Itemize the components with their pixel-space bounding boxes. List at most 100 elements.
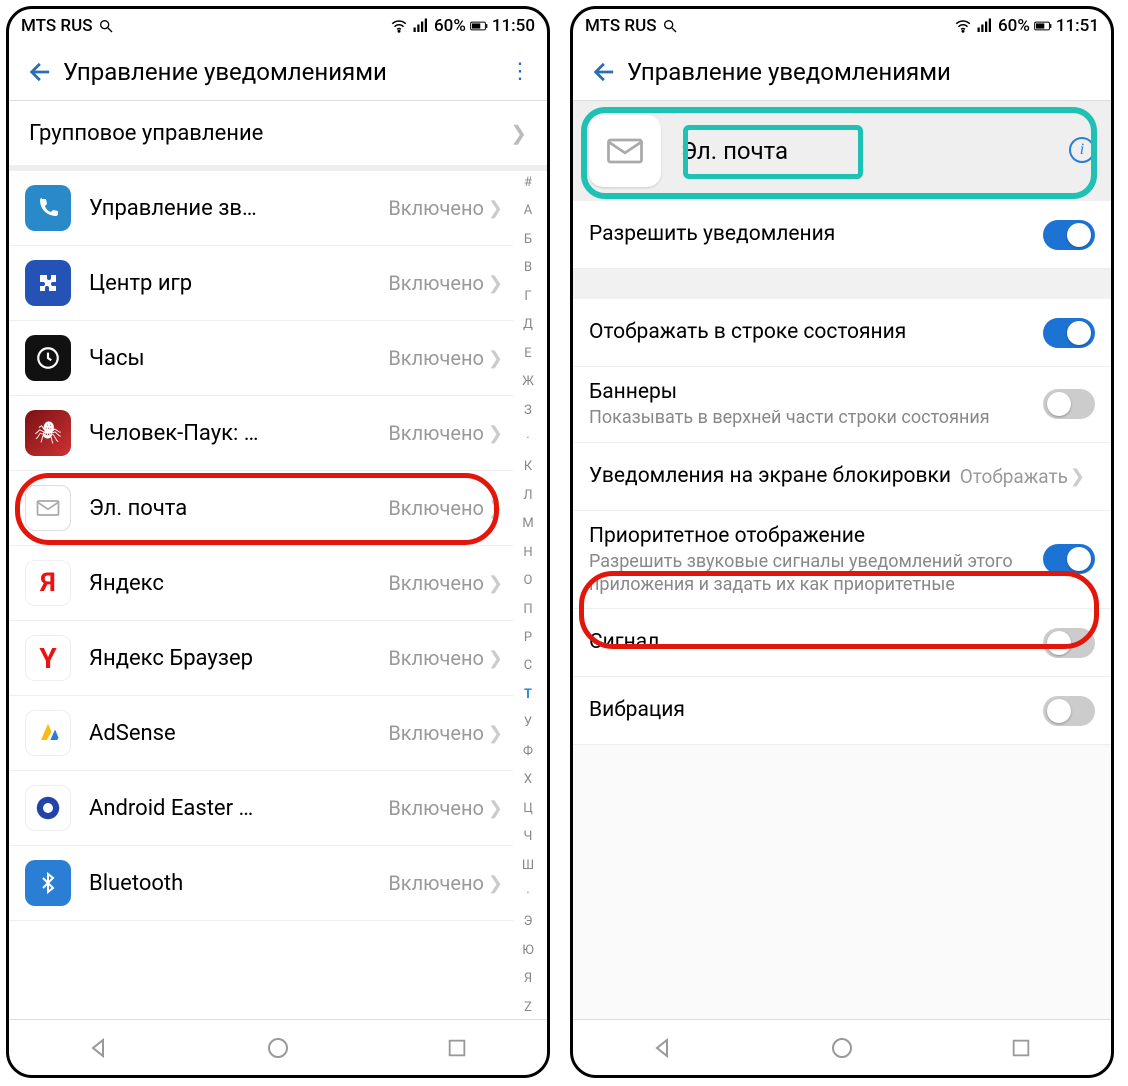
- vibration-row[interactable]: Вибрация: [573, 677, 1111, 745]
- index-letter[interactable]: ·: [526, 886, 529, 901]
- app-name: Android Easter …: [89, 796, 388, 821]
- nav-home-icon[interactable]: [827, 1033, 857, 1063]
- email-app-icon: [589, 115, 661, 187]
- statusbar-toggle[interactable]: [1043, 318, 1095, 348]
- vibration-title: Вибрация: [589, 697, 1043, 723]
- nav-back-icon[interactable]: [648, 1033, 678, 1063]
- index-letter[interactable]: А: [524, 203, 532, 218]
- statusbar-label: Отображать в строке состояния: [589, 319, 1043, 345]
- app-row[interactable]: Y Яндекс Браузер Включено ❯: [9, 621, 513, 696]
- index-letter[interactable]: Ж: [522, 374, 534, 389]
- back-button[interactable]: [19, 50, 63, 94]
- nav-home-icon[interactable]: [263, 1033, 293, 1063]
- app-name: Человек-Паук: …: [89, 421, 388, 446]
- sound-row[interactable]: Сигнал: [573, 609, 1111, 677]
- app-list[interactable]: Управление зв… Включено ❯ Центр игр Вклю…: [9, 171, 513, 1019]
- app-row[interactable]: Управление зв… Включено ❯: [9, 171, 513, 246]
- vibration-toggle[interactable]: [1043, 696, 1095, 726]
- index-letter[interactable]: Э: [524, 914, 533, 929]
- app-row[interactable]: 🕷 Человек-Паук: … Включено ❯: [9, 396, 513, 471]
- alpha-index[interactable]: # АБВГДЕЖЗ · КЛМНОПРСТУФХЦЧШ · ЭЮЯZ: [515, 175, 541, 1015]
- banners-toggle[interactable]: [1043, 389, 1095, 419]
- more-menu-icon[interactable]: ⋮: [503, 59, 537, 84]
- signal-icon: [976, 17, 994, 35]
- nav-recent-icon[interactable]: [442, 1033, 472, 1063]
- index-letter[interactable]: Е: [524, 346, 531, 361]
- index-letter[interactable]: Т: [524, 687, 532, 702]
- index-letter[interactable]: У: [524, 715, 532, 730]
- index-letter[interactable]: ·: [526, 431, 529, 446]
- divider: [573, 269, 1111, 299]
- chevron-right-icon: ❯: [488, 198, 503, 219]
- chevron-right-icon: ❯: [488, 648, 503, 669]
- index-letter[interactable]: Ф: [523, 744, 533, 759]
- index-letter[interactable]: Л: [523, 488, 532, 503]
- lockscreen-row[interactable]: Уведомления на экране блокировки Отображ…: [573, 443, 1111, 511]
- app-list-container: Управление зв… Включено ❯ Центр игр Вклю…: [9, 171, 547, 1019]
- chevron-right-icon: ❯: [510, 121, 527, 145]
- page-title: Управление уведомлениями: [63, 58, 503, 86]
- nav-recent-icon[interactable]: [1006, 1033, 1036, 1063]
- index-letter[interactable]: Д: [523, 317, 533, 332]
- app-row[interactable]: Android Easter … Включено ❯: [9, 771, 513, 846]
- index-letter[interactable]: Ч: [524, 829, 533, 844]
- signal-icon: [412, 17, 430, 35]
- index-letter[interactable]: С: [524, 658, 532, 673]
- app-status: Включено: [388, 421, 484, 445]
- index-letter[interactable]: Р: [524, 630, 532, 645]
- app-name: Управление зв…: [89, 196, 388, 221]
- priority-toggle[interactable]: [1043, 544, 1095, 574]
- index-letter[interactable]: Ю: [522, 943, 534, 958]
- back-button[interactable]: [583, 50, 627, 94]
- index-letter[interactable]: Z: [524, 1000, 532, 1015]
- sound-toggle[interactable]: [1043, 628, 1095, 658]
- index-letter[interactable]: #: [524, 175, 532, 190]
- index-letter[interactable]: О: [524, 573, 533, 588]
- index-letter[interactable]: П: [523, 602, 532, 617]
- phone-app-icon: [25, 185, 71, 231]
- info-icon[interactable]: i: [1069, 137, 1095, 163]
- app-row-email[interactable]: Эл. почта Включено ❯: [9, 471, 513, 546]
- index-letter[interactable]: Г: [524, 289, 531, 304]
- app-status: Включено: [388, 871, 484, 895]
- app-status: Включено: [388, 496, 484, 520]
- app-header: Управление уведомлениями ⋮: [9, 43, 547, 101]
- app-name: Яндекс: [89, 571, 388, 596]
- allow-label: Разрешить уведомления: [589, 221, 1043, 247]
- android-easter-app-icon: [25, 785, 71, 831]
- status-bar: MTS RUS 60% 11:50: [9, 9, 547, 43]
- app-row[interactable]: Я Яндекс Включено ❯: [9, 546, 513, 621]
- index-letter[interactable]: Н: [523, 545, 532, 560]
- allow-notifications-row[interactable]: Разрешить уведомления: [573, 201, 1111, 269]
- priority-row[interactable]: Приоритетное отображение Разрешить звуко…: [573, 511, 1111, 609]
- app-status: Включено: [388, 271, 484, 295]
- app-row[interactable]: AdSense Включено ❯: [9, 696, 513, 771]
- wifi-icon: [390, 17, 408, 35]
- carrier-label: MTS RUS: [585, 16, 657, 36]
- app-row[interactable]: Часы Включено ❯: [9, 321, 513, 396]
- search-icon: [661, 17, 679, 35]
- app-row[interactable]: Центр игр Включено ❯: [9, 246, 513, 321]
- allow-toggle[interactable]: [1043, 220, 1095, 250]
- index-letter[interactable]: Ц: [523, 801, 533, 816]
- app-name: AdSense: [89, 721, 388, 746]
- index-letter[interactable]: К: [524, 459, 532, 474]
- nav-back-icon[interactable]: [84, 1033, 114, 1063]
- index-letter[interactable]: Б: [524, 232, 532, 247]
- index-letter[interactable]: М: [522, 516, 533, 531]
- index-letter[interactable]: Я: [524, 971, 532, 986]
- banners-sub: Показывать в верхней части строки состоя…: [589, 407, 1043, 430]
- chevron-right-icon: ❯: [488, 273, 503, 294]
- index-letter[interactable]: Ш: [522, 858, 534, 873]
- banners-row[interactable]: Баннеры Показывать в верхней части строк…: [573, 367, 1111, 443]
- group-management-row[interactable]: Групповое управление ❯: [9, 101, 547, 171]
- clock-text: 11:51: [1056, 16, 1099, 36]
- chevron-right-icon: ❯: [488, 873, 503, 894]
- index-letter[interactable]: В: [524, 260, 532, 275]
- index-letter[interactable]: Х: [524, 772, 532, 787]
- index-letter[interactable]: З: [524, 403, 532, 418]
- group-management-label: Групповое управление: [29, 121, 263, 146]
- statusbar-row[interactable]: Отображать в строке состояния: [573, 299, 1111, 367]
- app-status: Включено: [388, 571, 484, 595]
- app-row[interactable]: Bluetooth Включено ❯: [9, 846, 513, 921]
